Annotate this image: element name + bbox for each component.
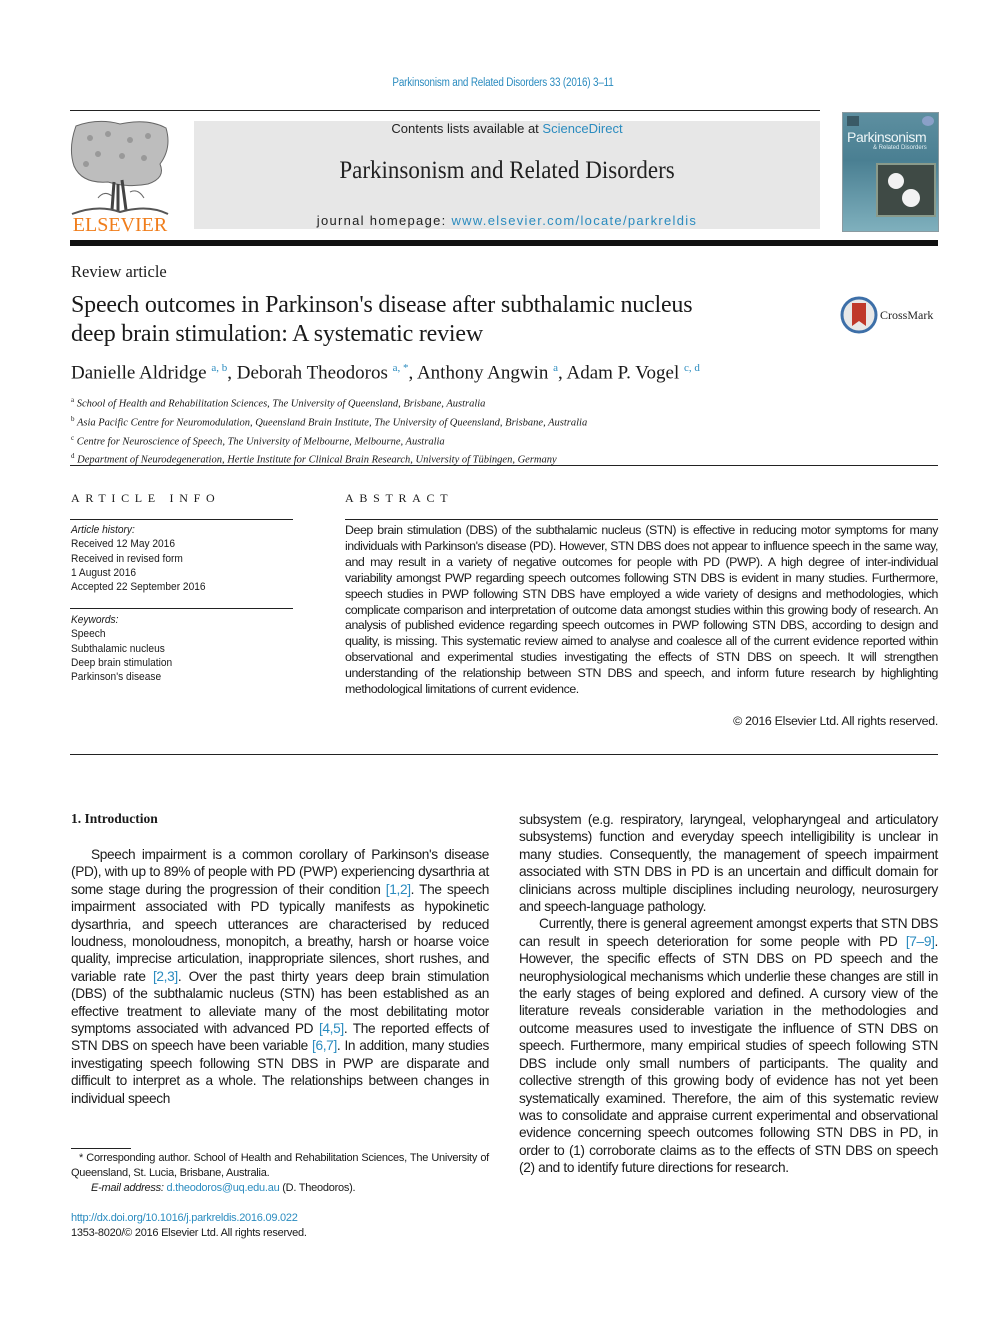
- author-affiliation-marker[interactable]: c, d: [684, 362, 700, 374]
- abstract-rule: [345, 519, 938, 520]
- body-text: Currently, there is general agreement am…: [519, 916, 938, 949]
- crossmark-icon: [840, 296, 878, 334]
- keywords: Keywords: Speech Subthalamic nucleus Dee…: [71, 613, 172, 684]
- keyword-item: Subthalamic nucleus: [71, 642, 165, 655]
- body-text: . However, the specific effects of STN D…: [519, 933, 938, 1176]
- author-affiliation-marker[interactable]: a, b: [211, 362, 227, 374]
- article-title: Speech outcomes in Parkinson's disease a…: [71, 291, 811, 349]
- section-rule: [70, 754, 938, 755]
- abstract-text: Deep brain stimulation (DBS) of the subt…: [345, 523, 938, 697]
- affiliation-text: Asia Pacific Centre for Neuromodulation,…: [76, 417, 588, 429]
- affiliation-key: d: [71, 452, 75, 461]
- body-column-right: subsystem (e.g. respiratory, laryngeal, …: [519, 811, 938, 1177]
- footnote-corresponding: * Corresponding author. School of Health…: [71, 1151, 489, 1196]
- doi-block: http://dx.doi.org/10.1016/j.parkreldis.2…: [71, 1211, 307, 1241]
- history-item: Received in revised form: [71, 552, 183, 565]
- article-type: Review article: [71, 262, 167, 281]
- corresponding-author-note: * Corresponding author. School of Health…: [71, 1152, 489, 1179]
- abstract-copyright: © 2016 Elsevier Ltd. All rights reserved…: [733, 714, 938, 728]
- keyword-item: Speech: [71, 628, 106, 641]
- citation-link[interactable]: [2,3]: [153, 969, 178, 984]
- abstract-heading: ABSTRACT: [345, 491, 454, 505]
- journal-reference[interactable]: Parkinsonism and Related Disorders 33 (2…: [70, 77, 935, 89]
- cover-subtitle: & Related Disorders: [873, 145, 927, 151]
- cover-title: Parkinsonism: [847, 129, 927, 145]
- affiliation-text: Centre for Neuroscience of Speech, The U…: [76, 436, 445, 448]
- keywords-label: Keywords:: [71, 614, 119, 626]
- title-line-1: Speech outcomes in Parkinson's disease a…: [71, 292, 693, 318]
- sciencedirect-link[interactable]: ScienceDirect: [542, 121, 622, 136]
- body-paragraph: Speech impairment is a common corollary …: [71, 846, 489, 1107]
- history-item: Received 12 May 2016: [71, 538, 176, 551]
- header-rule: [70, 110, 820, 111]
- history-label: Article history:: [71, 524, 135, 536]
- author-separator: ,: [227, 362, 237, 384]
- contents-line: Contents lists available at ScienceDirec…: [194, 121, 820, 136]
- affiliation-item: a School of Health and Rehabilitation Sc…: [71, 393, 587, 412]
- crossmark-label[interactable]: CrossMark: [880, 308, 933, 323]
- article-info-rule: [70, 519, 293, 520]
- affiliation-key: a: [71, 396, 75, 404]
- affiliation-key: b: [71, 414, 75, 423]
- affiliation-item: b Asia Pacific Centre for Neuromodulatio…: [71, 412, 587, 431]
- author-name[interactable]: Danielle Aldridge: [71, 362, 207, 383]
- email-suffix: (D. Theodoros).: [279, 1182, 356, 1194]
- section-heading-introduction: 1. Introduction: [71, 811, 158, 826]
- section-rule: [70, 465, 938, 466]
- homepage-link[interactable]: www.elsevier.com/locate/parkreldis: [451, 213, 697, 228]
- citation-link[interactable]: [1,2]: [386, 882, 411, 897]
- footnote-rule: [71, 1148, 131, 1149]
- journal-homepage: journal homepage: www.elsevier.com/locat…: [194, 213, 820, 228]
- svg-text:ELSEVIER: ELSEVIER: [73, 214, 168, 234]
- affiliation-item: c Centre for Neuroscience of Speech, The…: [71, 431, 587, 450]
- citation-link[interactable]: [7–9]: [906, 934, 935, 949]
- affiliations: a School of Health and Rehabilitation Sc…: [71, 393, 587, 468]
- homepage-prefix: journal homepage:: [316, 213, 452, 228]
- title-line-2: deep brain stimulation: A systematic rev…: [71, 321, 483, 347]
- author-name[interactable]: Anthony Angwin: [417, 362, 548, 383]
- cover-flower-image: [876, 163, 936, 217]
- elsevier-tree-icon: ELSEVIER: [70, 120, 169, 236]
- author-name[interactable]: Deborah Theodoros: [237, 362, 388, 383]
- author-affiliation-marker[interactable]: a, *: [393, 362, 409, 374]
- journal-cover-image[interactable]: Parkinsonism & Related Disorders: [842, 112, 939, 232]
- body-paragraph: subsystem (e.g. respiratory, laryngeal, …: [519, 812, 938, 915]
- citation-link[interactable]: [6,7]: [312, 1038, 337, 1053]
- email-line: E-mail address: d.theodoros@uq.edu.au (D…: [71, 1181, 489, 1196]
- cover-publisher-icon: [847, 116, 859, 126]
- article-history: Article history: Received 12 May 2016 Re…: [71, 523, 206, 594]
- email-link[interactable]: d.theodoros@uq.edu.au: [166, 1182, 279, 1194]
- author-separator: ,: [408, 362, 417, 384]
- body-paragraph: Currently, there is general agreement am…: [519, 915, 938, 1176]
- doi-link[interactable]: http://dx.doi.org/10.1016/j.parkreldis.2…: [71, 1212, 298, 1224]
- elsevier-logo[interactable]: ELSEVIER: [68, 118, 172, 236]
- body-column-left: Speech impairment is a common corollary …: [71, 846, 489, 1107]
- header-thick-rule: [70, 240, 938, 246]
- citation-link[interactable]: [4,5]: [319, 1021, 344, 1036]
- keyword-item: Parkinson's disease: [71, 671, 162, 684]
- history-item: Accepted 22 September 2016: [71, 581, 206, 594]
- email-label: E-mail address:: [91, 1182, 167, 1194]
- issn-copyright: 1353-8020/© 2016 Elsevier Ltd. All right…: [71, 1227, 307, 1239]
- cover-society-icon: [922, 116, 934, 126]
- affiliation-key: c: [71, 433, 75, 442]
- author-name[interactable]: Adam P. Vogel: [566, 362, 679, 383]
- author-list: Danielle Aldridge a, b, Deborah Theodoro…: [71, 362, 700, 384]
- keyword-item: Deep brain stimulation: [71, 656, 173, 669]
- affiliation-text: School of Health and Rehabilitation Scie…: [76, 398, 486, 410]
- article-info-rule: [70, 608, 293, 609]
- article-info-heading: ARTICLE INFO: [71, 491, 221, 505]
- contents-prefix: Contents lists available at: [391, 121, 543, 136]
- journal-title: Parkinsonism and Related Disorders: [339, 157, 675, 184]
- history-item: 1 August 2016: [71, 566, 137, 579]
